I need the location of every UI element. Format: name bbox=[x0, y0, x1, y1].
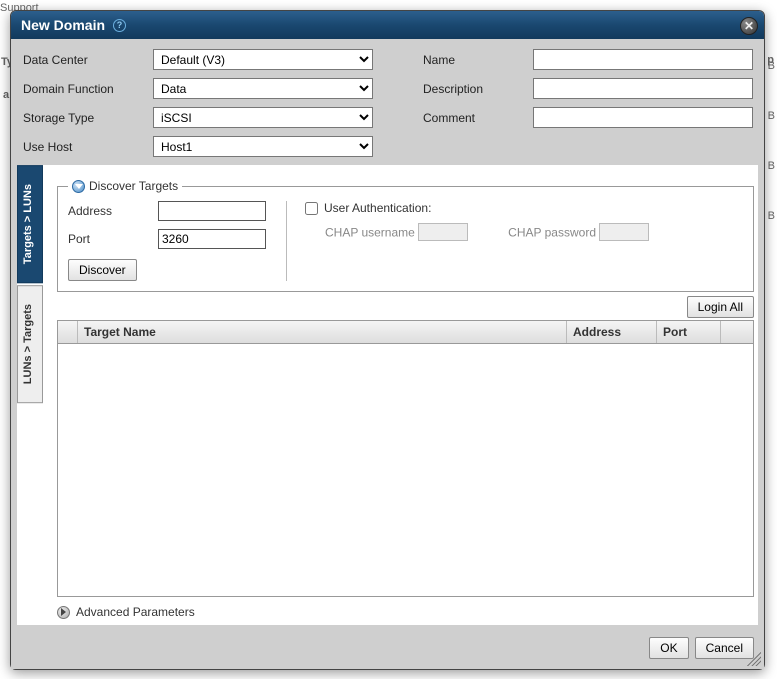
user-auth-label: User Authentication: bbox=[324, 201, 431, 215]
new-domain-dialog: New Domain ? ✕ Data Center Default (V3) … bbox=[10, 10, 765, 670]
user-auth-checkbox[interactable] bbox=[305, 202, 318, 215]
chevron-down-icon[interactable] bbox=[72, 180, 85, 193]
port-input[interactable] bbox=[158, 229, 266, 249]
discover-targets-fieldset: Discover Targets Address Port Discover bbox=[57, 179, 754, 292]
data-center-label: Data Center bbox=[23, 53, 153, 67]
description-label: Description bbox=[423, 82, 533, 96]
dialog-title: New Domain bbox=[21, 17, 105, 33]
comment-label: Comment bbox=[423, 111, 533, 125]
chap-username-label: CHAP username bbox=[325, 226, 415, 240]
login-all-button[interactable]: Login All bbox=[687, 296, 754, 318]
use-host-select[interactable]: Host1 bbox=[153, 136, 373, 157]
col-action bbox=[721, 321, 753, 343]
address-label: Address bbox=[68, 204, 158, 218]
vertical-tabs: Targets > LUNs LUNs > Targets bbox=[17, 165, 43, 625]
use-host-label: Use Host bbox=[23, 140, 153, 154]
name-label: Name bbox=[423, 53, 533, 67]
advanced-parameters-toggle[interactable]: Advanced Parameters bbox=[57, 597, 758, 621]
close-icon[interactable]: ✕ bbox=[740, 17, 758, 35]
discover-button[interactable]: Discover bbox=[68, 259, 137, 281]
chap-password-label: CHAP password bbox=[508, 226, 596, 240]
dialog-footer: OK Cancel bbox=[11, 631, 764, 669]
cancel-button[interactable]: Cancel bbox=[695, 637, 754, 659]
discover-left-form: Address Port Discover bbox=[68, 201, 268, 281]
targets-panel: Discover Targets Address Port Discover bbox=[43, 165, 758, 625]
table-header: Target Name Address Port bbox=[58, 321, 753, 344]
login-all-row: Login All bbox=[57, 292, 758, 320]
chevron-right-icon[interactable] bbox=[57, 606, 70, 619]
tab-targets-luns[interactable]: Targets > LUNs bbox=[17, 165, 43, 283]
resize-grip-icon[interactable] bbox=[747, 652, 761, 666]
storage-type-select[interactable]: iSCSI bbox=[153, 107, 373, 128]
description-input[interactable] bbox=[533, 78, 753, 99]
help-icon[interactable]: ? bbox=[113, 19, 126, 32]
col-port[interactable]: Port bbox=[657, 321, 721, 343]
tab-luns-targets[interactable]: LUNs > Targets bbox=[17, 285, 43, 403]
name-input[interactable] bbox=[533, 49, 753, 70]
advanced-parameters-label: Advanced Parameters bbox=[76, 605, 195, 619]
discover-auth-section: User Authentication: CHAP username CHAP … bbox=[286, 201, 743, 281]
chap-username-input bbox=[418, 223, 468, 241]
comment-input[interactable] bbox=[533, 107, 753, 128]
chap-password-input bbox=[599, 223, 649, 241]
bg-row-b2: B bbox=[768, 110, 775, 122]
dialog-titlebar: New Domain ? ✕ bbox=[11, 11, 764, 39]
domain-function-label: Domain Function bbox=[23, 82, 153, 96]
storage-type-label: Storage Type bbox=[23, 111, 153, 125]
col-target-name[interactable]: Target Name bbox=[78, 321, 567, 343]
bg-row-b4: B bbox=[768, 210, 775, 222]
content-area: Targets > LUNs LUNs > Targets Discover T… bbox=[17, 165, 758, 625]
col-address[interactable]: Address bbox=[567, 321, 657, 343]
bg-row-b1: B bbox=[768, 60, 775, 72]
data-center-select[interactable]: Default (V3) bbox=[153, 49, 373, 70]
discover-legend-text: Discover Targets bbox=[89, 179, 178, 193]
targets-table: Target Name Address Port bbox=[57, 320, 754, 597]
port-label: Port bbox=[68, 232, 158, 246]
domain-function-select[interactable]: Data bbox=[153, 78, 373, 99]
form-top-grid: Data Center Default (V3) Name Domain Fun… bbox=[11, 39, 764, 165]
discover-legend[interactable]: Discover Targets bbox=[68, 179, 182, 193]
address-input[interactable] bbox=[158, 201, 266, 221]
col-checkbox bbox=[58, 321, 78, 343]
bg-column-a: a bbox=[3, 89, 9, 101]
ok-button[interactable]: OK bbox=[649, 637, 688, 659]
bg-row-b3: B bbox=[768, 160, 775, 172]
table-body-empty bbox=[58, 344, 753, 596]
